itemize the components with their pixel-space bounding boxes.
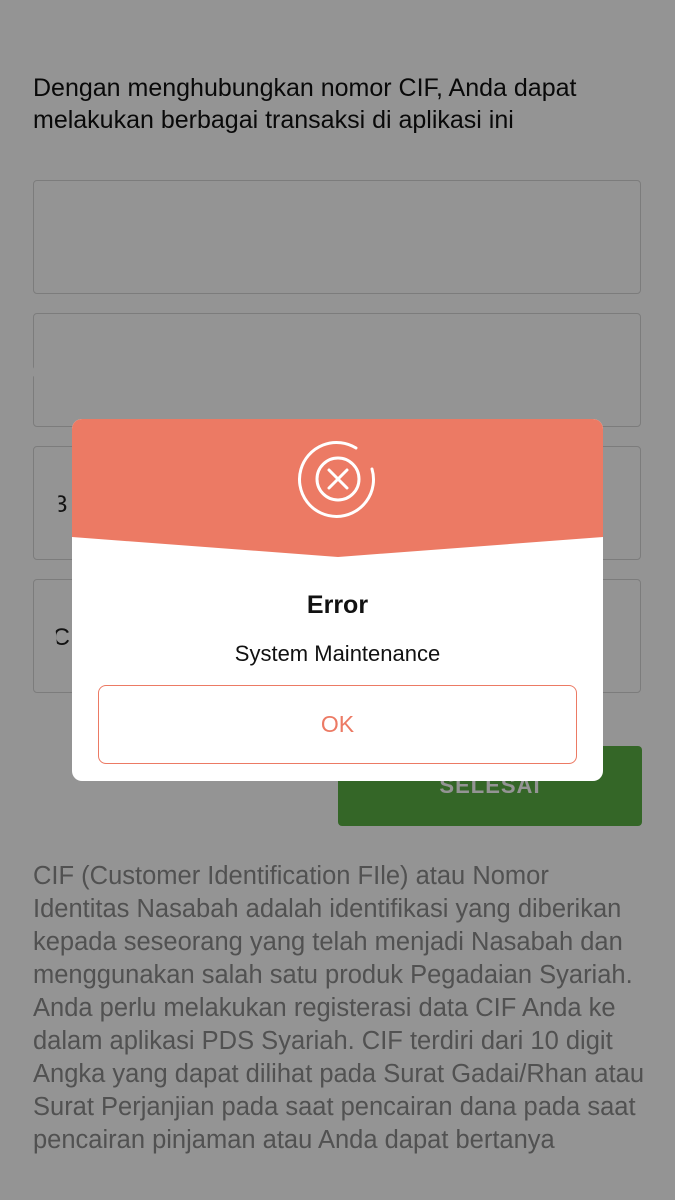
dialog-title: Error [306,591,369,619]
error-dialog: Error System Maintenance OK [72,419,603,781]
ok-button[interactable]: OK [98,685,577,764]
dialog-message: System Maintenance [234,641,441,666]
error-circle-x-icon [298,440,375,518]
